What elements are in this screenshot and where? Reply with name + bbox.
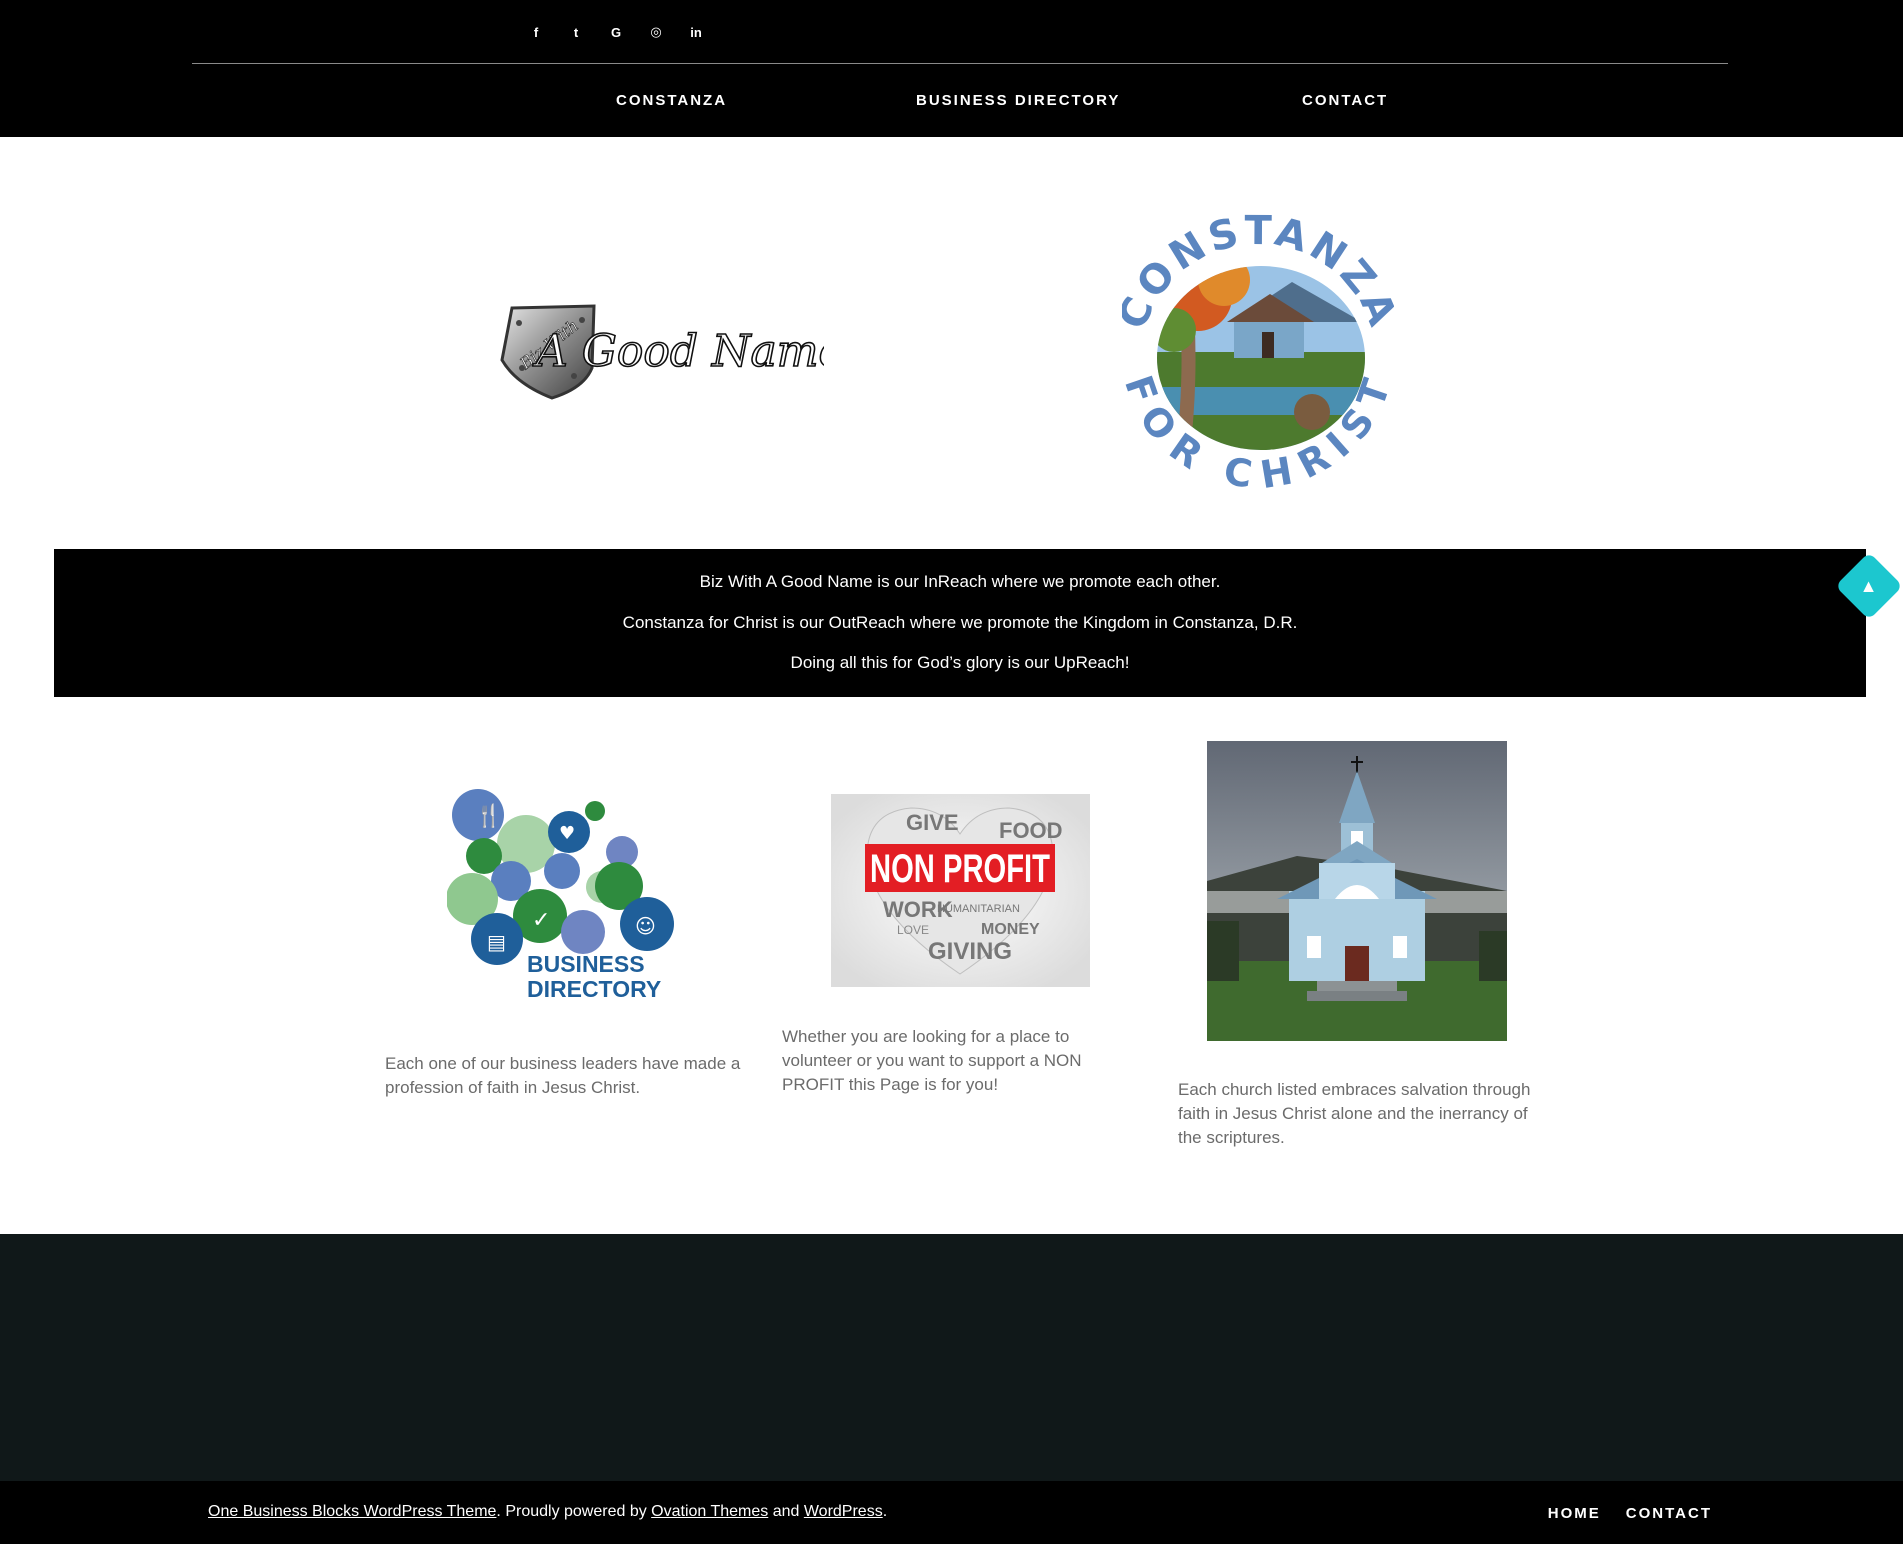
constanza-for-christ-logo[interactable]: CONSTANZA FOR CHRIST <box>1122 212 1394 502</box>
google-icon[interactable]: G <box>605 21 627 43</box>
nav-item-contact[interactable]: CONTACT <box>1302 92 1388 109</box>
instagram-icon[interactable]: ◎ <box>645 21 667 43</box>
powered-by-text: . Proudly powered by <box>496 1503 652 1520</box>
non-profit-text: Whether you are looking for a place to v… <box>782 1027 1082 1094</box>
and-text: and <box>768 1503 804 1520</box>
chart-icon: ▤ <box>487 930 506 954</box>
fork-knife-icon: 🍴 <box>475 803 502 829</box>
site-footer: One Business Blocks WordPress Theme. Pro… <box>0 1481 1903 1544</box>
bizwith-script-text: A Good Name <box>532 326 824 377</box>
humanitarian-word: HUMANITARIAN <box>937 903 1020 915</box>
business-directory-image[interactable]: 🍴 ♥ ✓ ☺ ▤ BUSINESS DIRECTORY <box>447 787 679 1009</box>
site-header: f t G ◎ in CONSTANZA BUSINESS DIRECTORY … <box>0 0 1903 137</box>
non-profit-image[interactable]: NON PROFIT GIVE FOOD WORK HUMANITARIAN M… <box>831 794 1090 987</box>
credits-end: . <box>882 1503 888 1520</box>
stethoscope-icon: ♥ <box>559 823 575 844</box>
footer-nav-home[interactable]: HOME <box>1548 1505 1601 1522</box>
nav-item-business-directory[interactable]: BUSINESS DIRECTORY <box>916 92 1120 109</box>
nav-item-constanza[interactable]: CONSTANZA <box>616 92 727 109</box>
users-icon: ☺ <box>635 914 656 938</box>
header-divider <box>192 63 1728 64</box>
footer-nav-contact[interactable]: CONTACT <box>1626 1505 1712 1522</box>
business-caption-line1: BUSINESS <box>527 951 645 977</box>
wordpress-link[interactable]: WordPress <box>804 1503 883 1520</box>
banner-line-outreach: Constanza for Christ is our OutReach whe… <box>622 613 1298 632</box>
rocket-icon: ▲ <box>1860 575 1878 596</box>
footer-nav: HOME CONTACT <box>1548 1505 1712 1522</box>
mission-banner: Biz With A Good Name is our InReach wher… <box>54 549 1866 697</box>
giving-word: GIVING <box>928 938 1012 965</box>
banner-line-upreach: Doing all this for God’s glory is our Up… <box>790 653 1130 672</box>
give-word: GIVE <box>906 810 959 835</box>
business-caption-line2: DIRECTORY <box>527 976 661 1002</box>
twitter-icon[interactable]: t <box>565 21 587 43</box>
money-word: MONEY <box>981 921 1040 938</box>
church-image[interactable] <box>1207 741 1507 1041</box>
main-nav: CONSTANZA BUSINESS DIRECTORY CONTACT <box>0 92 1903 112</box>
linkedin-icon[interactable]: in <box>685 21 707 43</box>
check-icon: ✓ <box>532 908 550 933</box>
church-text: Each church listed embraces salvation th… <box>1178 1080 1531 1147</box>
banner-line-inreach: Biz With A Good Name is our InReach wher… <box>699 572 1221 591</box>
footer-widget-area <box>0 1234 1903 1481</box>
ovation-themes-link[interactable]: Ovation Themes <box>651 1503 768 1520</box>
food-word: FOOD <box>999 818 1063 843</box>
non-profit-word: NON PROFIT <box>870 847 1050 891</box>
love-word: LOVE <box>897 923 929 937</box>
business-directory-text: Each one of our business leaders have ma… <box>385 1054 741 1097</box>
facebook-icon[interactable]: f <box>525 21 547 43</box>
social-links: f t G ◎ in <box>525 21 707 43</box>
bizwith-logo[interactable]: Biz With A Good Name <box>494 298 824 404</box>
footer-credits: One Business Blocks WordPress Theme. Pro… <box>208 1503 887 1521</box>
theme-link[interactable]: One Business Blocks WordPress Theme <box>208 1503 496 1520</box>
